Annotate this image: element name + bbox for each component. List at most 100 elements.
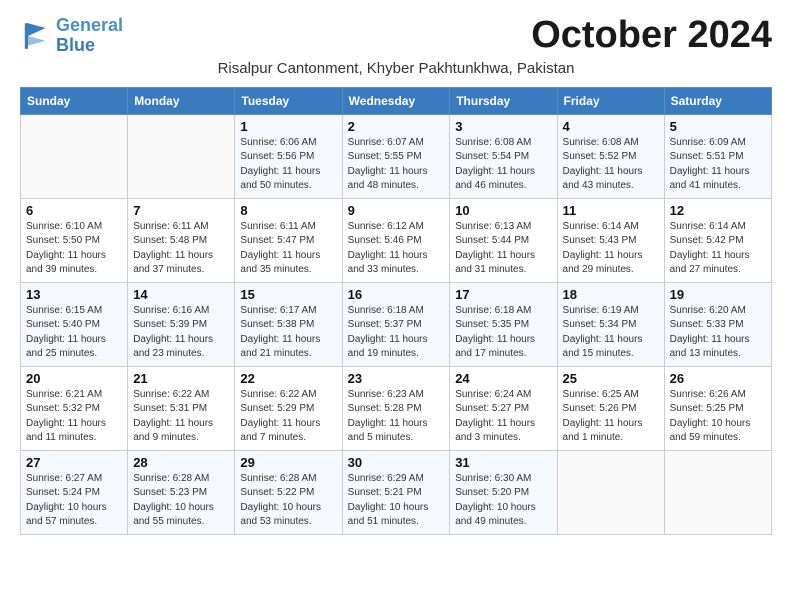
calendar-cell: 15 Sunrise: 6:17 AM Sunset: 5:38 PM Dayli…	[235, 282, 342, 366]
header-tuesday: Tuesday	[235, 87, 342, 114]
day-info: Sunrise: 6:12 AM Sunset: 5:46 PM Dayligh…	[348, 220, 445, 278]
day-info: Sunrise: 6:17 AM Sunset: 5:38 PM Dayligh…	[240, 304, 336, 362]
day-info: Sunrise: 6:29 AM Sunset: 5:21 PM Dayligh…	[348, 472, 445, 530]
week-row-3: 13 Sunrise: 6:15 AM Sunset: 5:40 PM Dayli…	[21, 282, 772, 366]
day-number: 27	[26, 455, 122, 470]
calendar-cell: 18 Sunrise: 6:19 AM Sunset: 5:34 PM Dayli…	[557, 282, 664, 366]
header-thursday: Thursday	[450, 87, 557, 114]
day-info: Sunrise: 6:13 AM Sunset: 5:44 PM Dayligh…	[455, 220, 551, 278]
logo-text: General Blue	[56, 16, 123, 56]
day-number: 30	[348, 455, 445, 470]
calendar-cell: 27Sunrise: 6:27 AM Sunset: 5:24 PM Dayli…	[21, 450, 128, 534]
calendar-cell: 22Sunrise: 6:22 AM Sunset: 5:29 PM Dayli…	[235, 366, 342, 450]
day-info: Sunrise: 6:20 AM Sunset: 5:33 PM Dayligh…	[670, 304, 766, 362]
header-row: SundayMondayTuesdayWednesdayThursdayFrid…	[21, 87, 772, 114]
day-info: Sunrise: 6:16 AM Sunset: 5:39 PM Dayligh…	[133, 304, 229, 362]
calendar-cell: 9 Sunrise: 6:12 AM Sunset: 5:46 PM Daylig…	[342, 198, 450, 282]
page-header: General Blue October 2024	[20, 16, 772, 56]
logo-line2: Blue	[56, 35, 95, 55]
calendar-cell: 13 Sunrise: 6:15 AM Sunset: 5:40 PM Dayli…	[21, 282, 128, 366]
day-number: 22	[240, 371, 336, 386]
day-number: 29	[240, 455, 336, 470]
calendar-table: SundayMondayTuesdayWednesdayThursdayFrid…	[20, 87, 772, 535]
calendar-cell: 21 Sunrise: 6:22 AM Sunset: 5:31 PM Dayli…	[128, 366, 235, 450]
calendar-cell: 4Sunrise: 6:08 AM Sunset: 5:52 PM Daylig…	[557, 114, 664, 198]
calendar-cell: 1Sunrise: 6:06 AM Sunset: 5:56 PM Daylig…	[235, 114, 342, 198]
calendar-body: 1Sunrise: 6:06 AM Sunset: 5:56 PM Daylig…	[21, 114, 772, 534]
day-number: 16	[348, 287, 445, 302]
week-row-2: 6 Sunrise: 6:10 AM Sunset: 5:50 PM Daylig…	[21, 198, 772, 282]
day-info: Sunrise: 6:22 AM Sunset: 5:31 PM Dayligh…	[133, 388, 229, 446]
day-number: 21	[133, 371, 229, 386]
calendar-cell: 6 Sunrise: 6:10 AM Sunset: 5:50 PM Daylig…	[21, 198, 128, 282]
calendar-cell: 12 Sunrise: 6:14 AM Sunset: 5:42 PM Dayli…	[664, 198, 771, 282]
calendar-cell: 26 Sunrise: 6:26 AM Sunset: 5:25 PM Dayli…	[664, 366, 771, 450]
day-number: 14	[133, 287, 229, 302]
day-info: Sunrise: 6:26 AM Sunset: 5:25 PM Dayligh…	[670, 388, 766, 446]
calendar-cell: 29Sunrise: 6:28 AM Sunset: 5:22 PM Dayli…	[235, 450, 342, 534]
day-number: 28	[133, 455, 229, 470]
calendar-cell	[557, 450, 664, 534]
logo-icon	[20, 20, 52, 52]
day-number: 18	[563, 287, 659, 302]
day-number: 24	[455, 371, 551, 386]
day-info: Sunrise: 6:14 AM Sunset: 5:43 PM Dayligh…	[563, 220, 659, 278]
day-number: 10	[455, 203, 551, 218]
calendar-cell: 31 Sunrise: 6:30 AM Sunset: 5:20 PM Dayli…	[450, 450, 557, 534]
day-info: Sunrise: 6:19 AM Sunset: 5:34 PM Dayligh…	[563, 304, 659, 362]
calendar-cell: 30 Sunrise: 6:29 AM Sunset: 5:21 PM Dayli…	[342, 450, 450, 534]
day-number: 11	[563, 203, 659, 218]
day-info: Sunrise: 6:10 AM Sunset: 5:50 PM Dayligh…	[26, 220, 122, 278]
calendar-cell: 24 Sunrise: 6:24 AM Sunset: 5:27 PM Dayli…	[450, 366, 557, 450]
day-number: 12	[670, 203, 766, 218]
day-number: 26	[670, 371, 766, 386]
day-number: 2	[348, 119, 445, 134]
day-info: Sunrise: 6:09 AM Sunset: 5:51 PM Dayligh…	[670, 136, 766, 194]
day-number: 20	[26, 371, 122, 386]
calendar-cell: 28 Sunrise: 6:28 AM Sunset: 5:23 PM Dayli…	[128, 450, 235, 534]
week-row-4: 20 Sunrise: 6:21 AM Sunset: 5:32 PM Dayli…	[21, 366, 772, 450]
day-info: Sunrise: 6:08 AM Sunset: 5:54 PM Dayligh…	[455, 136, 551, 194]
day-info: Sunrise: 6:21 AM Sunset: 5:32 PM Dayligh…	[26, 388, 122, 446]
calendar-header: SundayMondayTuesdayWednesdayThursdayFrid…	[21, 87, 772, 114]
day-info: Sunrise: 6:25 AM Sunset: 5:26 PM Dayligh…	[563, 388, 659, 446]
calendar-cell: 17 Sunrise: 6:18 AM Sunset: 5:35 PM Dayli…	[450, 282, 557, 366]
day-number: 19	[670, 287, 766, 302]
day-info: Sunrise: 6:24 AM Sunset: 5:27 PM Dayligh…	[455, 388, 551, 446]
month-title: October 2024	[531, 16, 772, 54]
calendar-cell	[21, 114, 128, 198]
day-info: Sunrise: 6:06 AM Sunset: 5:56 PM Dayligh…	[240, 136, 336, 194]
day-number: 8	[240, 203, 336, 218]
day-info: Sunrise: 6:23 AM Sunset: 5:28 PM Dayligh…	[348, 388, 445, 446]
day-number: 7	[133, 203, 229, 218]
calendar-cell: 11 Sunrise: 6:14 AM Sunset: 5:43 PM Dayli…	[557, 198, 664, 282]
day-number: 31	[455, 455, 551, 470]
logo: General Blue	[20, 16, 123, 56]
day-info: Sunrise: 6:30 AM Sunset: 5:20 PM Dayligh…	[455, 472, 551, 530]
calendar-cell: 14 Sunrise: 6:16 AM Sunset: 5:39 PM Dayli…	[128, 282, 235, 366]
header-sunday: Sunday	[21, 87, 128, 114]
day-number: 9	[348, 203, 445, 218]
day-number: 17	[455, 287, 551, 302]
calendar-cell: 7 Sunrise: 6:11 AM Sunset: 5:48 PM Daylig…	[128, 198, 235, 282]
day-info: Sunrise: 6:18 AM Sunset: 5:35 PM Dayligh…	[455, 304, 551, 362]
day-info: Sunrise: 6:08 AM Sunset: 5:52 PM Dayligh…	[563, 136, 659, 194]
day-info: Sunrise: 6:28 AM Sunset: 5:23 PM Dayligh…	[133, 472, 229, 530]
day-number: 23	[348, 371, 445, 386]
day-info: Sunrise: 6:11 AM Sunset: 5:48 PM Dayligh…	[133, 220, 229, 278]
day-info: Sunrise: 6:14 AM Sunset: 5:42 PM Dayligh…	[670, 220, 766, 278]
calendar-cell	[664, 450, 771, 534]
day-number: 13	[26, 287, 122, 302]
calendar-cell: 20 Sunrise: 6:21 AM Sunset: 5:32 PM Dayli…	[21, 366, 128, 450]
calendar-cell: 8Sunrise: 6:11 AM Sunset: 5:47 PM Daylig…	[235, 198, 342, 282]
header-wednesday: Wednesday	[342, 87, 450, 114]
header-saturday: Saturday	[664, 87, 771, 114]
calendar-cell: 19 Sunrise: 6:20 AM Sunset: 5:33 PM Dayli…	[664, 282, 771, 366]
header-monday: Monday	[128, 87, 235, 114]
calendar-cell: 10 Sunrise: 6:13 AM Sunset: 5:44 PM Dayli…	[450, 198, 557, 282]
day-number: 6	[26, 203, 122, 218]
calendar-cell	[128, 114, 235, 198]
day-info: Sunrise: 6:15 AM Sunset: 5:40 PM Dayligh…	[26, 304, 122, 362]
day-number: 15	[240, 287, 336, 302]
calendar-cell: 3Sunrise: 6:08 AM Sunset: 5:54 PM Daylig…	[450, 114, 557, 198]
